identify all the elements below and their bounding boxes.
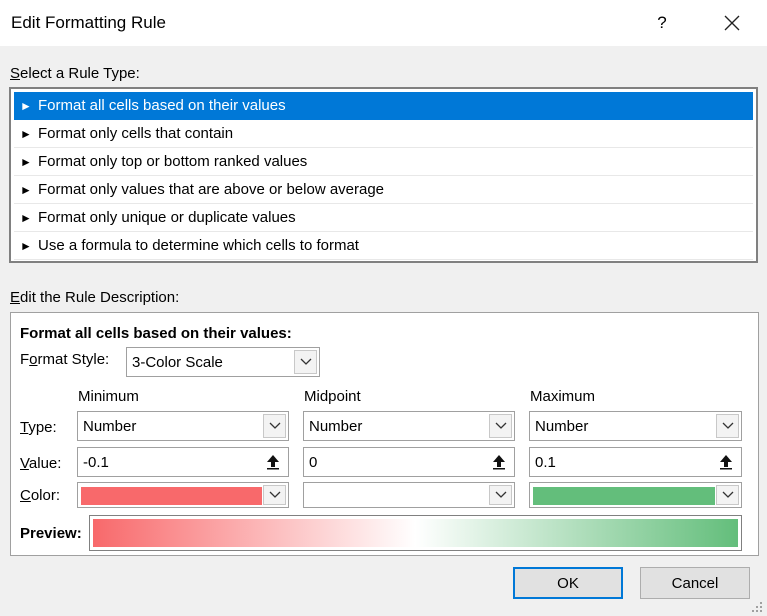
midpoint-type-select[interactable]: Number: [303, 411, 515, 441]
rule-type-item-label: Format only top or bottom ranked values: [38, 153, 308, 170]
collapse-dialog-icon[interactable]: [486, 450, 512, 474]
help-button[interactable]: ?: [650, 8, 674, 38]
rule-type-item[interactable]: ► Format all cells based on their values: [14, 92, 753, 120]
minimum-color-picker[interactable]: [77, 482, 289, 508]
value-row-label: Value:: [20, 455, 62, 472]
rule-type-item-label: Format only unique or duplicate values: [38, 209, 296, 226]
rule-type-label: Select a Rule Type:: [10, 65, 140, 82]
rule-type-item-label: Use a formula to determine which cells t…: [38, 237, 359, 254]
minimum-type-value: Number: [83, 418, 137, 435]
minimum-column-label: Minimum: [78, 388, 139, 405]
rule-type-item-label: Format all cells based on their values: [38, 97, 286, 114]
rule-type-item-label: Format only cells that contain: [38, 125, 234, 142]
maximum-color-picker[interactable]: [529, 482, 742, 508]
minimum-type-select[interactable]: Number: [77, 411, 289, 441]
midpoint-color-picker[interactable]: [303, 482, 515, 508]
midpoint-color-swatch: [307, 487, 488, 505]
dialog-title: Edit Formatting Rule: [11, 13, 166, 32]
rule-type-item[interactable]: ► Format only top or bottom ranked values: [14, 148, 753, 176]
minimum-value-input[interactable]: -0.1: [77, 447, 289, 477]
midpoint-type-value: Number: [309, 418, 363, 435]
type-row-label: Type:: [20, 419, 57, 436]
arrow-right-icon: ►: [20, 98, 32, 113]
maximum-type-select[interactable]: Number: [529, 411, 742, 441]
preview-label: Preview:: [20, 525, 82, 542]
description-heading: Format all cells based on their values:: [20, 325, 292, 342]
chevron-down-icon[interactable]: [294, 350, 317, 374]
rule-type-list[interactable]: ► Format all cells based on their values ►…: [9, 87, 758, 263]
arrow-right-icon: ►: [20, 182, 32, 197]
chevron-down-icon[interactable]: [489, 485, 512, 505]
preview-gradient: [93, 519, 738, 547]
chevron-down-icon[interactable]: [263, 485, 286, 505]
cancel-button[interactable]: Cancel: [640, 567, 750, 599]
chevron-down-icon[interactable]: [716, 414, 739, 438]
close-button[interactable]: [716, 8, 748, 38]
maximum-value-text: 0.1: [535, 454, 556, 471]
title-bar: Edit Formatting Rule ?: [0, 0, 767, 46]
maximum-value-input[interactable]: 0.1: [529, 447, 742, 477]
color-scale-preview: [89, 515, 742, 551]
format-style-select[interactable]: 3-Color Scale: [126, 347, 320, 377]
collapse-dialog-icon[interactable]: [713, 450, 739, 474]
chevron-down-icon[interactable]: [716, 485, 739, 505]
format-style-label: Format Style:: [20, 351, 110, 368]
close-icon: [724, 15, 740, 31]
rule-type-item[interactable]: ► Use a formula to determine which cells …: [14, 232, 753, 260]
rule-description-label: Edit the Rule Description:: [10, 289, 180, 306]
midpoint-column-label: Midpoint: [304, 388, 361, 405]
color-row-label: Color:: [20, 487, 61, 504]
minimum-color-swatch: [81, 487, 262, 505]
minimum-value-text: -0.1: [83, 454, 109, 471]
arrow-right-icon: ►: [20, 126, 32, 141]
chevron-down-icon[interactable]: [489, 414, 512, 438]
rule-type-item[interactable]: ► Format only unique or duplicate values: [14, 204, 753, 232]
midpoint-value-input[interactable]: 0: [303, 447, 515, 477]
maximum-column-label: Maximum: [530, 388, 596, 405]
maximum-type-value: Number: [535, 418, 589, 435]
maximum-color-swatch: [533, 487, 715, 505]
arrow-right-icon: ►: [20, 238, 32, 253]
collapse-dialog-icon[interactable]: [260, 450, 286, 474]
rule-type-item[interactable]: ► Format only cells that contain: [14, 120, 753, 148]
midpoint-value-text: 0: [309, 454, 318, 471]
arrow-right-icon: ►: [20, 154, 32, 169]
ok-button[interactable]: OK: [513, 567, 623, 599]
format-style-value: 3-Color Scale: [132, 354, 223, 371]
resize-grip-icon[interactable]: [750, 600, 764, 614]
chevron-down-icon[interactable]: [263, 414, 286, 438]
rule-description-panel: Format all cells based on their values: …: [10, 312, 759, 556]
rule-type-item[interactable]: ► Format only values that are above or be…: [14, 176, 753, 204]
arrow-right-icon: ►: [20, 210, 32, 225]
rule-type-item-label: Format only values that are above or bel…: [38, 181, 385, 198]
